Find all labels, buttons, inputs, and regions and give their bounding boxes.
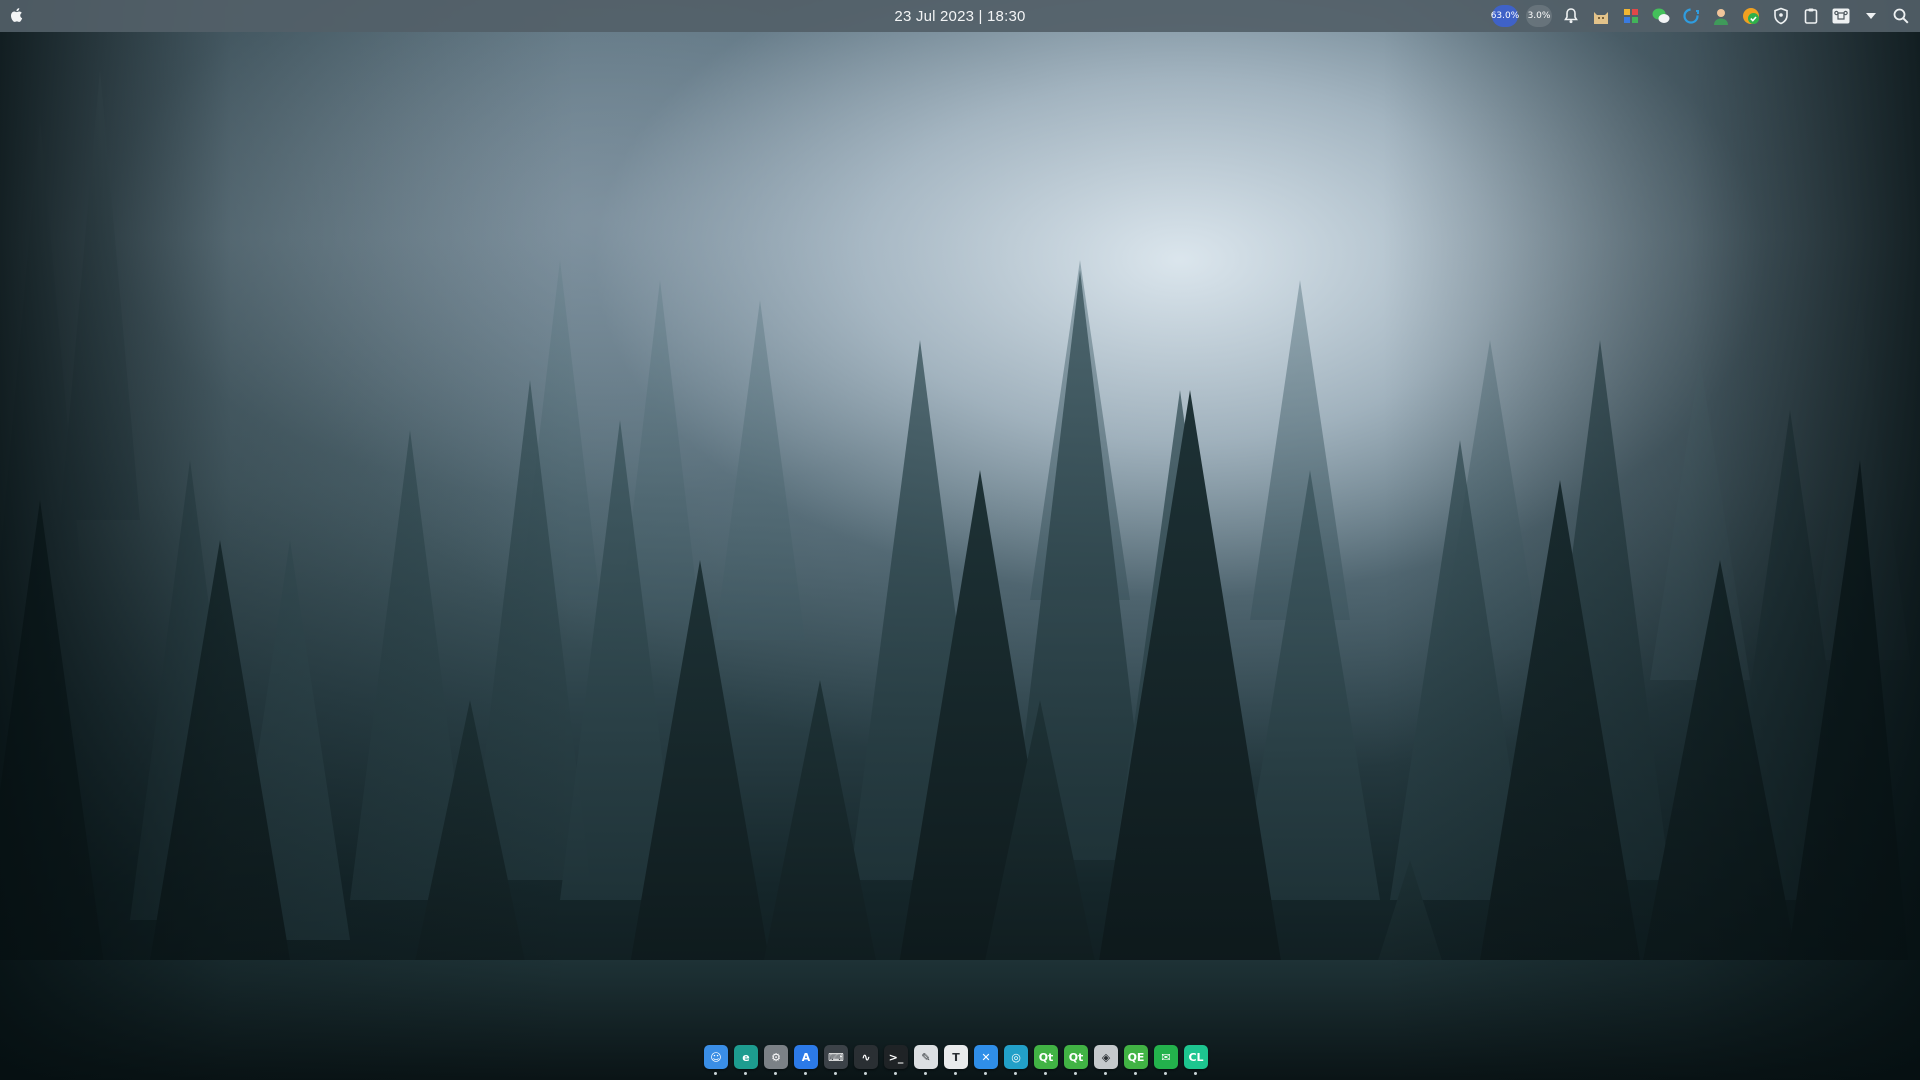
edge-browser-glyph: e <box>742 1050 750 1064</box>
search-app-glyph: ◎ <box>1011 1050 1021 1064</box>
command-icon[interactable] <box>1830 5 1852 27</box>
keyboard-glyph: ⌨ <box>828 1050 844 1064</box>
terminal-glyph: >_ <box>888 1050 904 1064</box>
running-indicator <box>864 1072 867 1075</box>
running-indicator <box>1194 1072 1197 1075</box>
unity-glyph: ◈ <box>1101 1050 1111 1064</box>
finder-icon[interactable]: ☺ <box>704 1045 728 1075</box>
running-indicator <box>1044 1072 1047 1075</box>
settings-icon[interactable]: ⚙ <box>764 1045 788 1075</box>
text-editor-glyph: ✎ <box>921 1050 931 1064</box>
qt-linguist-glyph: QE <box>1127 1050 1145 1064</box>
qt-linguist-icon[interactable]: QE <box>1124 1045 1148 1075</box>
refresh-icon[interactable] <box>1680 5 1702 27</box>
running-indicator <box>774 1072 777 1075</box>
memory-usage-indicator[interactable]: 3.0% <box>1526 5 1552 27</box>
app-store-icon[interactable]: A <box>794 1045 818 1075</box>
person-icon[interactable] <box>1710 5 1732 27</box>
typora-glyph: T <box>952 1050 960 1064</box>
activity-monitor-glyph: ∿ <box>861 1050 871 1064</box>
running-indicator <box>1104 1072 1107 1075</box>
keyboard-icon[interactable]: ⌨ <box>824 1045 848 1075</box>
desktop: 23 Jul 2023 | 18:30 63.0% 3.0% ☺ e ⚙ A ⌨… <box>0 0 1920 1080</box>
edge-browser-icon[interactable]: e <box>734 1045 758 1075</box>
menu-bar: 23 Jul 2023 | 18:30 63.0% 3.0% <box>0 0 1920 32</box>
search-icon[interactable] <box>1890 5 1912 27</box>
qt-designer-icon[interactable]: Qt <box>1064 1045 1088 1075</box>
running-indicator <box>924 1072 927 1075</box>
qt-creator-glyph: Qt <box>1038 1050 1054 1064</box>
cpu-usage-indicator[interactable]: 63.0% <box>1491 5 1519 27</box>
xcode-glyph: ✕ <box>981 1050 991 1064</box>
running-indicator <box>1134 1072 1137 1075</box>
running-indicator <box>894 1072 897 1075</box>
chevron-down-icon[interactable] <box>1860 5 1882 27</box>
running-indicator <box>1074 1072 1077 1075</box>
terminal-icon[interactable]: >_ <box>884 1045 908 1075</box>
activity-monitor-icon[interactable]: ∿ <box>854 1045 878 1075</box>
xcode-icon[interactable]: ✕ <box>974 1045 998 1075</box>
wechat-app-glyph: ✉ <box>1161 1050 1171 1064</box>
running-indicator <box>984 1072 987 1075</box>
typora-icon[interactable]: T <box>944 1045 968 1075</box>
running-indicator <box>744 1072 747 1075</box>
running-indicator <box>1164 1072 1167 1075</box>
wechat-app-icon[interactable]: ✉ <box>1154 1045 1178 1075</box>
clion-glyph: CL <box>1188 1050 1204 1064</box>
running-indicator <box>804 1072 807 1075</box>
text-editor-icon[interactable]: ✎ <box>914 1045 938 1075</box>
finder-glyph: ☺ <box>710 1050 722 1064</box>
unity-icon[interactable]: ◈ <box>1094 1045 1118 1075</box>
dock: ☺ e ⚙ A ⌨ ∿ >_ ✎ T ✕ ◎ Qt Qt ◈ QE ✉ CL <box>700 1042 1212 1075</box>
qt-creator-icon[interactable]: Qt <box>1034 1045 1058 1075</box>
bell-icon[interactable] <box>1560 5 1582 27</box>
clipboard-icon[interactable] <box>1800 5 1822 27</box>
clion-icon[interactable]: CL <box>1184 1045 1208 1075</box>
check-icon[interactable] <box>1740 5 1762 27</box>
running-indicator <box>1014 1072 1017 1075</box>
status-tray: 63.0% 3.0% <box>1491 3 1912 29</box>
color-app-icon[interactable] <box>1620 5 1642 27</box>
wallpaper-forest <box>0 70 1920 1080</box>
shield-icon[interactable] <box>1770 5 1792 27</box>
running-indicator <box>714 1072 717 1075</box>
settings-glyph: ⚙ <box>771 1050 781 1064</box>
running-indicator <box>954 1072 957 1075</box>
wechat-icon[interactable] <box>1650 5 1672 27</box>
running-indicator <box>834 1072 837 1075</box>
cat-icon[interactable] <box>1590 5 1612 27</box>
qt-designer-glyph: Qt <box>1068 1050 1084 1064</box>
search-app-icon[interactable]: ◎ <box>1004 1045 1028 1075</box>
app-store-glyph: A <box>801 1050 811 1064</box>
